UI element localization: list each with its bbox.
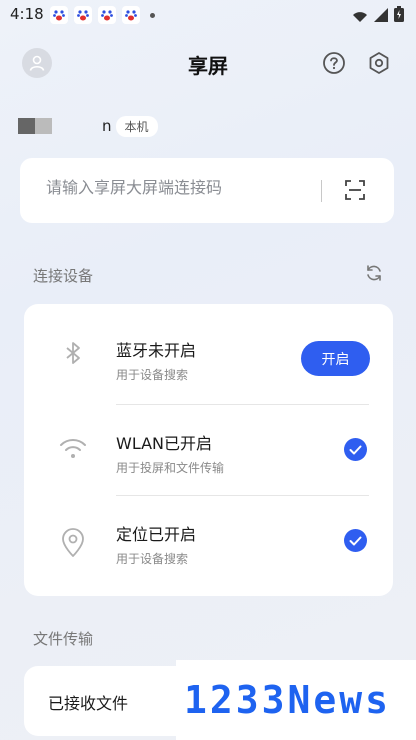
help-icon[interactable] bbox=[322, 51, 346, 79]
system-icons bbox=[352, 6, 404, 26]
wlan-check-icon bbox=[344, 438, 367, 461]
battery-icon bbox=[394, 6, 404, 26]
scan-icon[interactable] bbox=[344, 179, 366, 205]
local-device-badge: 本机 bbox=[115, 115, 158, 137]
connect-code-card bbox=[20, 158, 394, 223]
baidu-paw-icon bbox=[98, 6, 116, 24]
device-item-title: 定位已开启 bbox=[116, 525, 197, 544]
settings-icon[interactable] bbox=[367, 51, 391, 79]
search-divider bbox=[321, 180, 322, 202]
connect-code-input[interactable] bbox=[46, 178, 306, 197]
status-time: 4:18 bbox=[10, 5, 44, 23]
app-header: 享屏 bbox=[0, 40, 416, 86]
received-files-label: 已接收文件 bbox=[48, 694, 129, 713]
device-item-subtitle: 用于设备搜索 bbox=[116, 368, 189, 382]
notification-icons bbox=[50, 6, 155, 24]
watermark: 1233News bbox=[176, 660, 416, 740]
baidu-paw-icon bbox=[74, 6, 92, 24]
location-check-icon bbox=[344, 529, 367, 552]
device-name: n bbox=[18, 117, 116, 135]
device-item-title: 蓝牙未开启 bbox=[116, 341, 197, 360]
file-transfer-label: 文件传输 bbox=[33, 630, 94, 648]
location-row: 定位已开启 用于设备搜索 bbox=[24, 495, 393, 587]
device-name-suffix: n bbox=[102, 117, 112, 135]
device-item-title: WLAN已开启 bbox=[116, 434, 213, 453]
enable-bluetooth-button[interactable]: 开启 bbox=[301, 341, 370, 376]
connect-devices-label: 连接设备 bbox=[33, 267, 94, 285]
status-bar: 4:18 bbox=[0, 0, 416, 30]
this-device-row: n 本机 bbox=[18, 114, 158, 138]
refresh-icon[interactable] bbox=[364, 263, 384, 287]
bluetooth-icon bbox=[60, 340, 86, 370]
device-item-subtitle: 用于设备搜索 bbox=[116, 552, 189, 566]
watermark-text: 1233News bbox=[184, 678, 392, 722]
connect-devices-card: 蓝牙未开启 用于设备搜索 开启 WLAN已开启 用于投屏和文件传输 定位已开启 … bbox=[24, 304, 393, 596]
bluetooth-row: 蓝牙未开启 用于设备搜索 开启 bbox=[24, 304, 393, 396]
location-icon bbox=[60, 528, 86, 562]
device-name-redacted bbox=[18, 118, 52, 134]
baidu-paw-icon bbox=[122, 6, 140, 24]
wifi-icon bbox=[58, 436, 88, 466]
device-item-subtitle: 用于投屏和文件传输 bbox=[116, 461, 225, 475]
signal-icon bbox=[352, 7, 368, 26]
wlan-row: WLAN已开启 用于投屏和文件传输 bbox=[24, 404, 393, 496]
page-title: 享屏 bbox=[188, 54, 228, 78]
more-notifications-dot bbox=[150, 12, 155, 18]
baidu-paw-icon bbox=[50, 6, 68, 24]
cellular-icon bbox=[374, 7, 388, 26]
